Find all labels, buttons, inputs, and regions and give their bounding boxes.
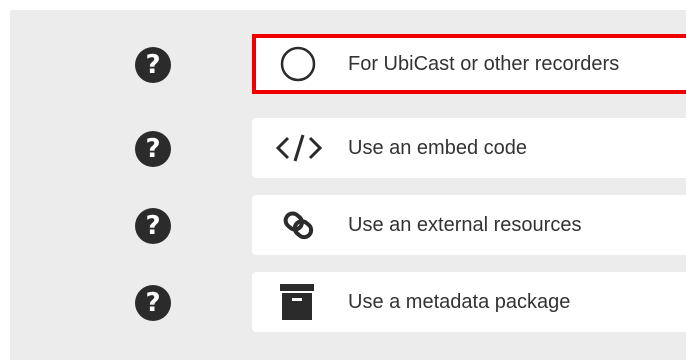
help-icon[interactable]: ? [135, 131, 171, 167]
help-icon[interactable]: ? [135, 285, 171, 321]
option-metadata-button[interactable]: Use a metadata package [252, 272, 686, 332]
option-embed-button[interactable]: Use an embed code [252, 118, 686, 178]
option-label: Use an embed code [348, 137, 528, 159]
code-icon [276, 134, 323, 162]
add-media-panel: ? For UbiCast or other recorders ? Use a… [10, 10, 686, 360]
option-row-recorder: ? For UbiCast or other recorders [10, 34, 686, 94]
option-recorder-button[interactable]: For UbiCast or other recorders [252, 34, 686, 94]
option-row-embed: ? Use an embed code [10, 118, 686, 178]
option-label: Use a metadata package [348, 291, 571, 313]
option-label: For UbiCast or other recorders [348, 53, 620, 75]
option-label: Use an external resources [348, 214, 582, 236]
option-row-external: ? Use an external resources [10, 195, 686, 255]
circle-icon [280, 46, 316, 82]
help-icon[interactable]: ? [135, 208, 171, 244]
option-row-metadata: ? Use a metadata package [10, 272, 686, 332]
option-external-button[interactable]: Use an external resources [252, 195, 686, 255]
archive-icon [280, 284, 314, 320]
link-icon [283, 211, 314, 240]
help-icon[interactable]: ? [135, 47, 171, 83]
